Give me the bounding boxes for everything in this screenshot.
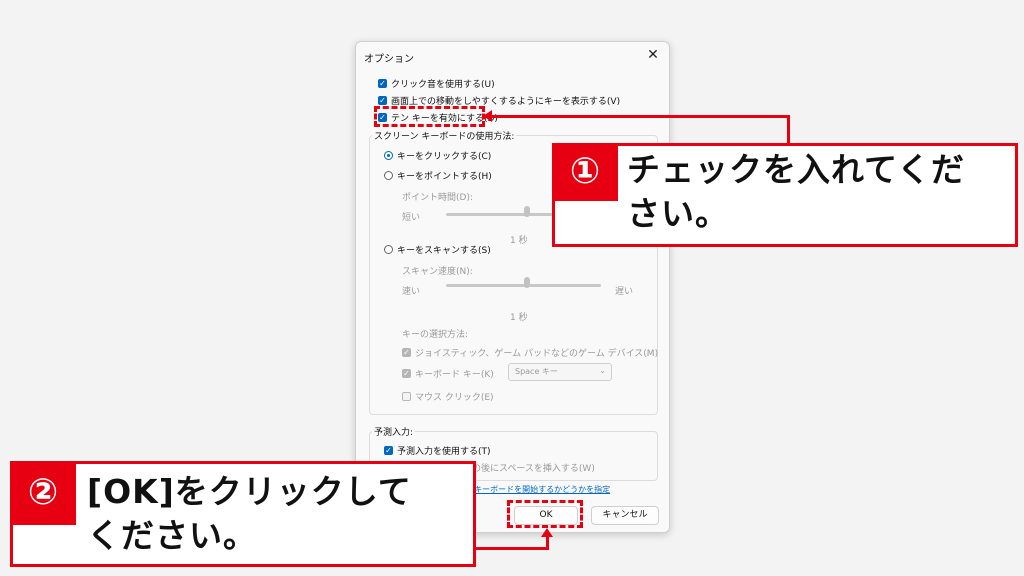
- scan-keys-label: キーをスキャンする(S): [397, 246, 491, 256]
- use-prediction-label: 予測入力を使用する(T): [397, 447, 491, 457]
- short-label: 短い: [402, 213, 421, 223]
- arrow-left-icon: [483, 110, 492, 122]
- step2-number: ②: [10, 461, 76, 525]
- usage-group-title: スクリーン キーボードの使用方法:: [372, 129, 517, 142]
- joystick-checkbox[interactable]: [402, 348, 411, 357]
- keyboard-key-dropdown[interactable]: Space キー ⌄: [508, 363, 612, 381]
- step1-callout: ① チェックを入れてくだ さい。: [552, 143, 1018, 247]
- step2-text-line2: ください。: [87, 516, 257, 555]
- click-keys-option[interactable]: キーをクリックする(C): [384, 149, 491, 162]
- hover-time-slider[interactable]: [524, 206, 530, 217]
- scan-keys-radio[interactable]: [384, 245, 393, 254]
- scan-speed-value: 1 秒: [510, 313, 528, 323]
- click-keys-radio[interactable]: [384, 151, 393, 160]
- hover-time-value: 1 秒: [510, 236, 528, 246]
- click-sound-label: クリック音を使用する(U): [391, 80, 495, 90]
- scan-speed-slider[interactable]: [524, 277, 530, 288]
- mouse-click-label: マウス クリック(E): [415, 393, 494, 403]
- mouse-click-checkbox[interactable]: [402, 392, 411, 401]
- hover-keys-label: キーをポイントする(H): [397, 172, 492, 182]
- fast-label: 速い: [402, 287, 421, 297]
- cancel-button[interactable]: キャンセル: [591, 506, 659, 525]
- hover-keys-radio[interactable]: [384, 171, 393, 180]
- numeric-keypad-highlight: [374, 106, 485, 127]
- slow-label: 遅い: [615, 287, 634, 297]
- step1-text-line1: チェックを入れてくだ: [627, 150, 966, 189]
- click-sound-checkbox[interactable]: [378, 79, 387, 88]
- chevron-down-icon: ⌄: [599, 366, 606, 375]
- keyboard-key-checkbox[interactable]: [402, 369, 411, 378]
- scan-keys-option[interactable]: キーをスキャンする(S): [384, 243, 491, 256]
- joystick-option[interactable]: ジョイスティック、ゲーム パッドなどのゲーム デバイス(M): [402, 346, 658, 359]
- keyboard-key-label: キーボード キー(K): [415, 370, 494, 380]
- mouse-click-option[interactable]: マウス クリック(E): [402, 390, 494, 403]
- connector-line-2: [475, 547, 549, 550]
- step2-callout: ② [OK]をクリックして ください。: [10, 461, 476, 567]
- keyboard-key-option[interactable]: キーボード キー(K): [402, 367, 494, 380]
- predict-group-title: 予測入力:: [372, 425, 416, 438]
- key-select-label: キーの選択方法:: [402, 330, 469, 340]
- click-sound-option[interactable]: クリック音を使用する(U): [378, 77, 495, 90]
- move-easier-checkbox[interactable]: [378, 96, 387, 105]
- joystick-label: ジョイスティック、ゲーム パッドなどのゲーム デバイス(M): [415, 349, 659, 359]
- step2-text-line1: [OK]をクリックして: [87, 472, 412, 511]
- connector-line-2b: [546, 536, 549, 550]
- ok-button-highlight: [507, 500, 583, 528]
- close-icon[interactable]: ✕: [645, 47, 661, 63]
- step1-number: ①: [552, 143, 618, 201]
- scan-speed-label: スキャン速度(N):: [402, 267, 473, 277]
- title-bar: オプション ✕: [356, 42, 669, 72]
- hover-keys-option[interactable]: キーをポイントする(H): [384, 169, 492, 182]
- connector-line-1b: [787, 115, 790, 144]
- step1-text-line2: さい。: [627, 194, 729, 233]
- keyboard-key-dropdown-value: Space キー: [515, 367, 558, 376]
- use-prediction-option[interactable]: 予測入力を使用する(T): [384, 444, 491, 457]
- arrow-up-icon: [541, 528, 553, 537]
- use-prediction-checkbox[interactable]: [384, 446, 393, 455]
- connector-line-1: [490, 115, 790, 118]
- click-keys-label: キーをクリックする(C): [397, 152, 492, 162]
- dialog-title: オプション: [364, 54, 414, 65]
- hover-time-label: ポイント時間(D):: [402, 193, 473, 203]
